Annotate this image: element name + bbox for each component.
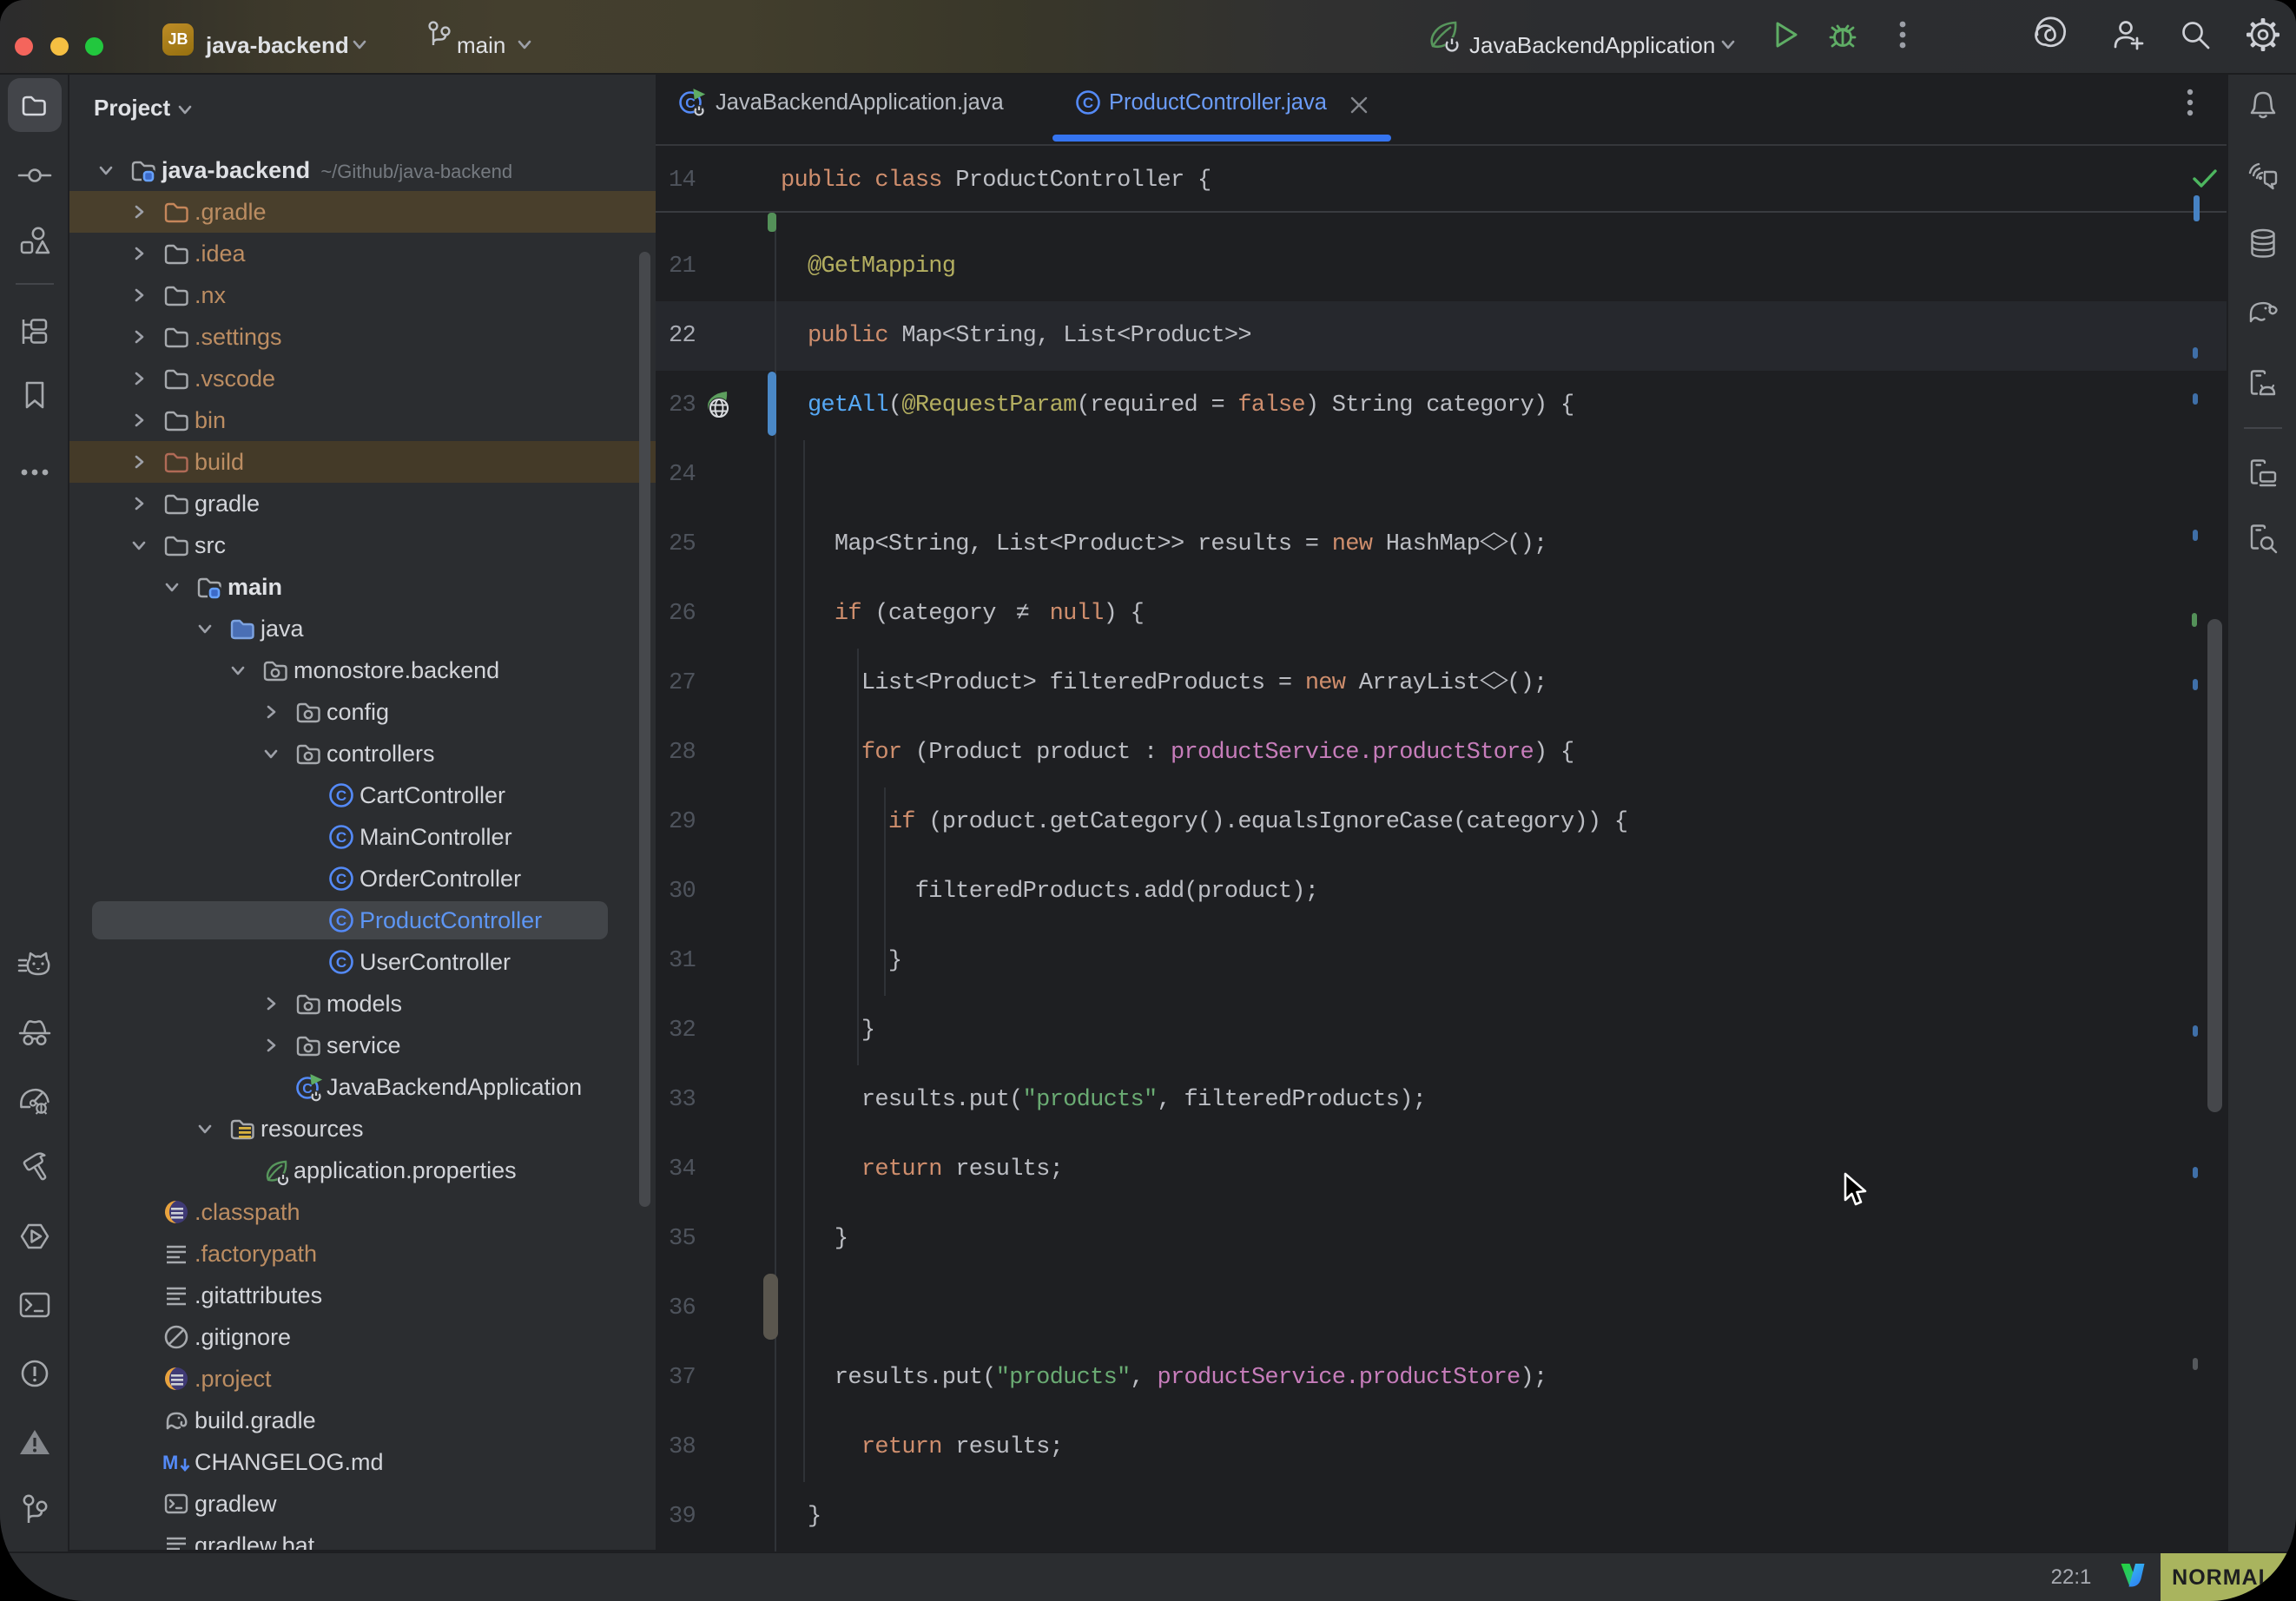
svg-text:C: C bbox=[336, 871, 346, 887]
svg-text:C: C bbox=[336, 787, 346, 804]
svg-text:C: C bbox=[336, 954, 346, 971]
svg-text:C: C bbox=[336, 913, 346, 929]
svg-text:C: C bbox=[1083, 95, 1093, 111]
svg-text:C: C bbox=[336, 829, 346, 846]
svg-text:M: M bbox=[162, 1452, 178, 1473]
